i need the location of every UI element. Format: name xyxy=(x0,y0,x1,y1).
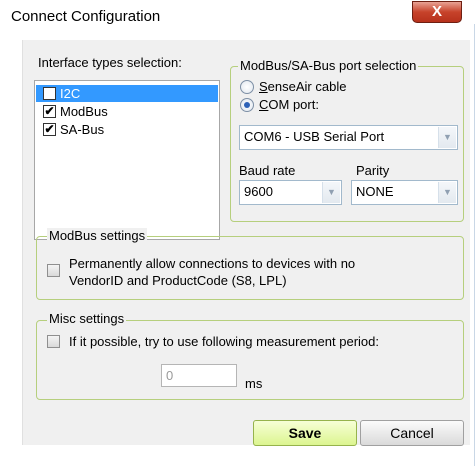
save-button[interactable]: Save xyxy=(253,420,357,446)
list-item-i2c[interactable]: ✔ I2C xyxy=(36,85,218,102)
measurement-period-value: 0 xyxy=(166,368,174,383)
close-button[interactable]: X xyxy=(412,1,462,23)
baud-rate-label: Baud rate xyxy=(239,163,296,178)
window-title: Connect Configuration xyxy=(11,8,161,25)
close-icon: X xyxy=(431,3,442,20)
period-unit-label: ms xyxy=(245,376,263,391)
sa-bus-checkbox[interactable]: ✔ xyxy=(43,123,56,136)
com-port-select[interactable]: COM6 - USB Serial Port ▼ xyxy=(239,125,458,150)
baud-rate-select[interactable]: 9600 ▼ xyxy=(239,180,342,205)
parity-value: NONE xyxy=(356,184,394,199)
list-item-label: ModBus xyxy=(60,104,108,119)
list-item-modbus[interactable]: ✔ ModBus xyxy=(36,103,218,120)
parity-label: Parity xyxy=(356,163,390,178)
chevron-down-icon[interactable]: ▼ xyxy=(438,182,456,203)
interface-types-legend: Interface types selection: xyxy=(38,55,182,70)
com-port-radio[interactable] xyxy=(240,98,254,112)
i2c-checkbox[interactable]: ✔ xyxy=(43,87,56,100)
senseair-cable-radio[interactable] xyxy=(240,80,254,94)
chevron-down-icon[interactable]: ▼ xyxy=(438,127,456,148)
measurement-period-checkbox[interactable] xyxy=(47,335,60,348)
list-item-sa-bus[interactable]: ✔ SA-Bus xyxy=(36,121,218,138)
allow-connections-label: Permanently allow connections to devices… xyxy=(69,256,356,288)
port-selection-legend: ModBus/SA-Bus port selection xyxy=(238,58,419,73)
cancel-button[interactable]: Cancel xyxy=(360,420,464,446)
list-item-label: SA-Bus xyxy=(60,122,105,137)
parity-select[interactable]: NONE ▼ xyxy=(351,180,458,205)
misc-settings-legend: Misc settings xyxy=(47,311,127,326)
senseair-cable-label: SenseAir cable xyxy=(259,79,347,94)
modbus-settings-legend: ModBus settings xyxy=(47,228,148,243)
list-item-label: I2C xyxy=(60,86,81,101)
com-port-value: COM6 - USB Serial Port xyxy=(244,129,385,144)
chevron-down-icon[interactable]: ▼ xyxy=(322,182,340,203)
measurement-period-label: If it possible, try to use following mea… xyxy=(69,334,379,349)
modbus-checkbox[interactable]: ✔ xyxy=(43,105,56,118)
com-port-label: COM port: xyxy=(259,97,319,112)
interface-types-list[interactable]: ✔ I2C ✔ ModBus ✔ SA-Bus xyxy=(34,80,220,240)
allow-connections-checkbox[interactable] xyxy=(47,264,60,277)
measurement-period-input[interactable]: 0 xyxy=(161,364,237,387)
baud-rate-value: 9600 xyxy=(244,184,273,199)
